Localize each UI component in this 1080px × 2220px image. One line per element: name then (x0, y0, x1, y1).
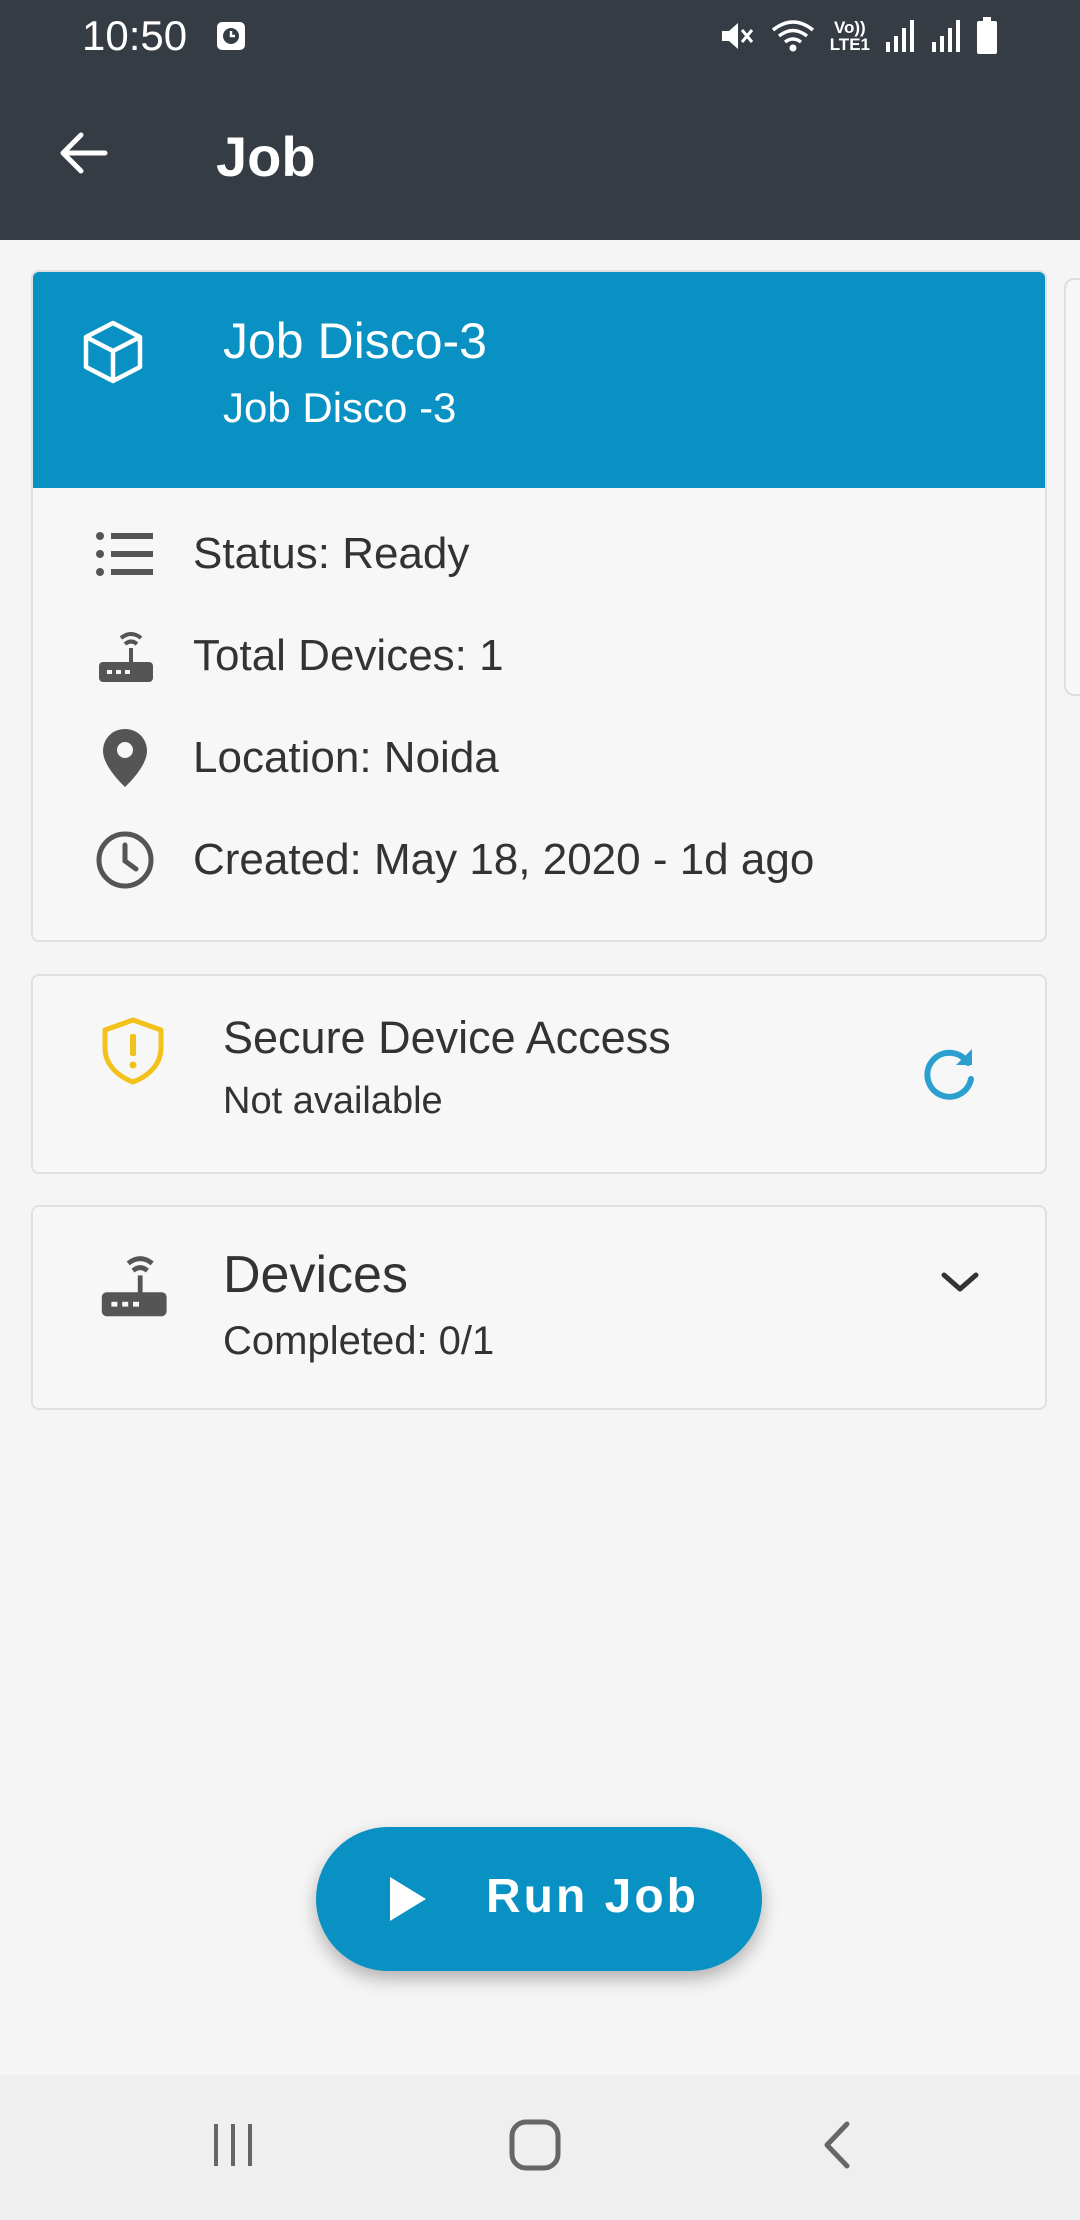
location-pin-icon (93, 726, 157, 790)
status-row: Status: Ready (33, 514, 1045, 594)
recents-button[interactable] (178, 2095, 288, 2195)
recents-icon (214, 2124, 252, 2166)
router-icon (101, 1256, 167, 1317)
status-text: Status: Ready (193, 529, 470, 578)
page-title: Job (216, 125, 316, 188)
home-icon (509, 2119, 561, 2171)
location-row: Location: Noida (33, 718, 1045, 798)
play-icon (390, 1877, 426, 1921)
app-bar: Job (0, 72, 1080, 240)
shield-warning-icon (102, 1017, 164, 1085)
expand-devices-button[interactable] (925, 1247, 995, 1317)
status-icons: Vo)) LTE1 (716, 14, 998, 58)
mute-icon (721, 23, 753, 49)
devices-card[interactable]: Devices Completed: 0/1 (31, 1205, 1047, 1410)
cube-icon (73, 312, 153, 392)
run-job-button[interactable]: Run Job (316, 1827, 762, 1971)
arrow-left-icon (60, 132, 108, 174)
secure-access-title: Secure Device Access (223, 1012, 671, 1063)
refresh-icon (924, 1049, 974, 1100)
job-subtitle: Job Disco -3 (223, 384, 457, 431)
status-bar: 10:50 Vo)) LTE1 (0, 0, 1080, 72)
devices-title: Devices (223, 1246, 408, 1304)
created-text: Created: May 18, 2020 - 1d ago (193, 835, 815, 884)
run-job-label: Run Job (486, 1870, 699, 1923)
adjacent-card-edge[interactable] (1064, 278, 1080, 696)
router-icon (93, 624, 157, 688)
clock-icon (217, 22, 245, 50)
devices-completed-status: Completed: 0/1 (223, 1319, 495, 1363)
system-nav-bar (0, 2075, 1080, 2220)
signal-icon (886, 20, 914, 52)
created-row: Created: May 18, 2020 - 1d ago (33, 820, 1045, 900)
chevron-down-icon (941, 1272, 979, 1292)
status-time: 10:50 (82, 12, 188, 59)
list-icon (93, 522, 157, 586)
back-button[interactable] (48, 118, 118, 188)
job-card-header: Job Disco-3 Job Disco -3 (33, 272, 1045, 488)
refresh-button[interactable] (911, 1036, 987, 1112)
location-text: Location: Noida (193, 733, 499, 782)
back-icon (824, 2121, 850, 2169)
job-title: Job Disco-3 (223, 313, 487, 369)
volte-icon: Vo)) LTE1 (829, 18, 870, 54)
wifi-icon (771, 20, 814, 52)
total-devices-text: Total Devices: 1 (193, 631, 504, 680)
signal-icon (932, 20, 960, 52)
total-devices-row: Total Devices: 1 (33, 616, 1045, 696)
battery-icon (977, 17, 997, 54)
home-button[interactable] (480, 2095, 590, 2195)
secure-access-status: Not available (223, 1080, 443, 1122)
clock-icon (93, 828, 157, 892)
nav-back-button[interactable] (782, 2095, 892, 2195)
secure-device-access-card[interactable]: Secure Device Access Not available (31, 974, 1047, 1174)
job-card: Job Disco-3 Job Disco -3 Status: Ready T… (31, 270, 1047, 942)
